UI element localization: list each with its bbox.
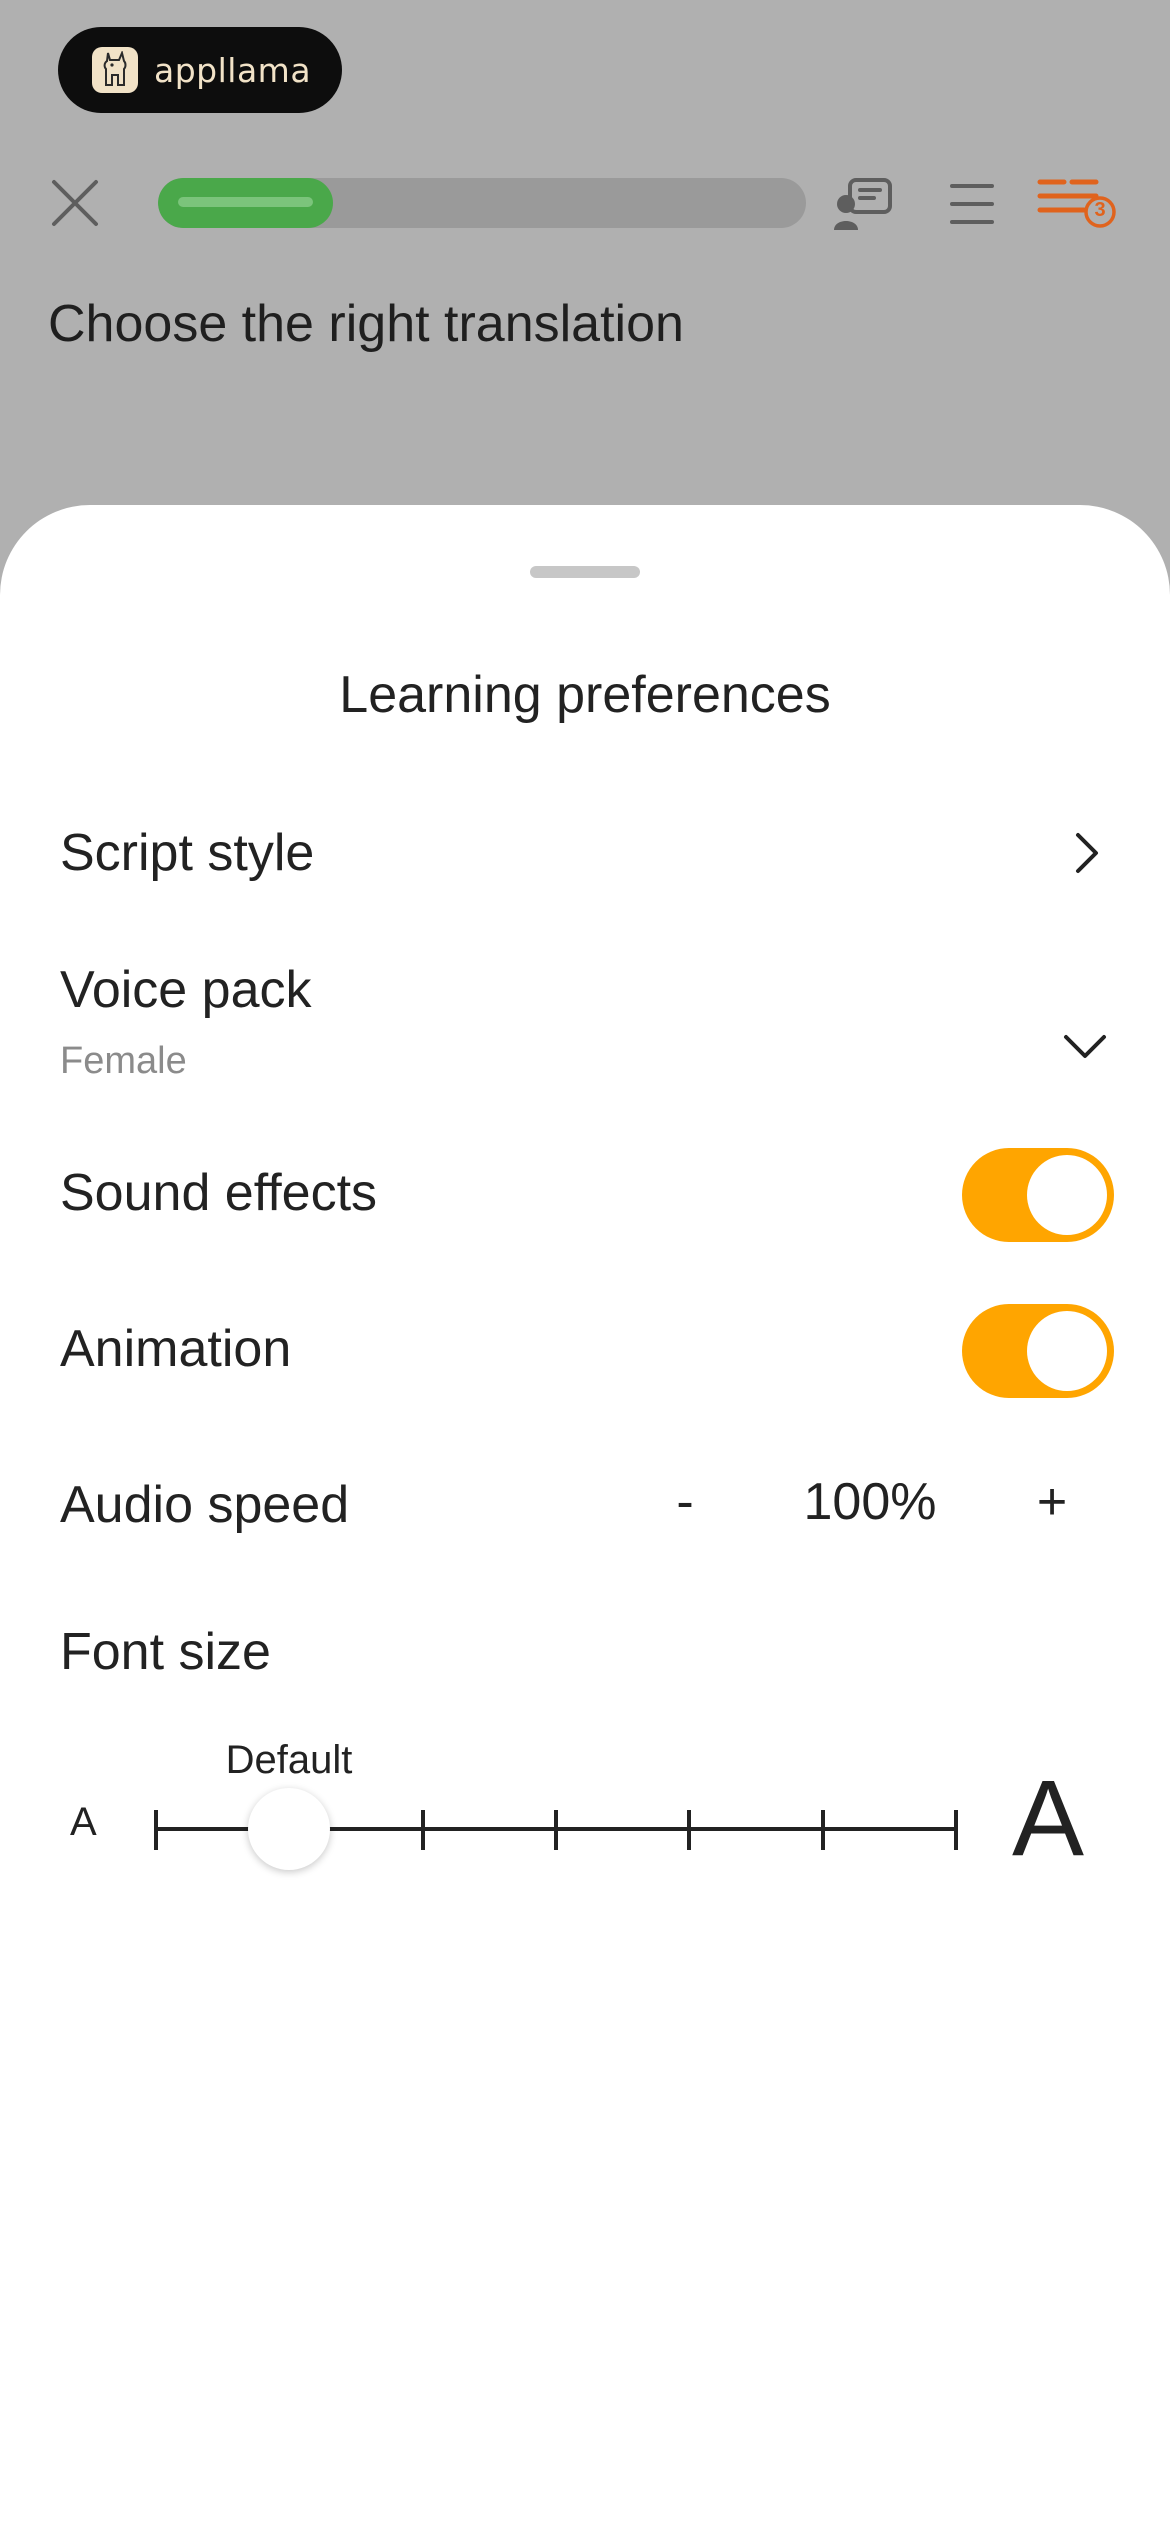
audio-speed-value: 100% [803,1473,937,1531]
font-size-default-label: Default [225,1738,353,1782]
audio-speed-increase-button[interactable]: + [1030,1472,1074,1532]
lesson-prompt: Choose the right translation [48,295,684,353]
streak-button[interactable]: 3 [1034,176,1118,234]
font-size-large-label: A [1012,1757,1085,1878]
slider-tick[interactable] [687,1810,691,1850]
slider-tick[interactable] [154,1810,158,1850]
slider-tick[interactable] [421,1810,425,1850]
font-size-label: Font size [60,1623,271,1681]
voice-pack-row[interactable]: Voice pack Female [0,950,1170,1100]
hint-chat-icon [834,178,892,230]
screen: appllama 3 Choose the right translation … [0,0,1170,2532]
toggle-knob [1027,1155,1107,1235]
streak-count: 3 [1094,199,1106,221]
menu-button[interactable] [948,180,996,228]
voice-pack-label: Voice pack [60,961,312,1019]
font-size-small-label: A [70,1800,97,1844]
slider-tick[interactable] [954,1810,958,1850]
brand-pill: appllama [58,27,342,113]
sound-effects-toggle[interactable] [962,1148,1114,1242]
script-style-label: Script style [60,824,315,882]
lesson-progress-bar [158,178,806,228]
chevron-right-icon [1076,833,1098,873]
slider-knob[interactable] [248,1788,330,1870]
close-icon [52,180,98,226]
animation-label: Animation [60,1320,292,1378]
toggle-knob [1027,1311,1107,1391]
animation-toggle[interactable] [962,1304,1114,1398]
sound-effects-label: Sound effects [60,1164,378,1222]
brand-name: appllama [154,50,312,90]
sheet-title: Learning preferences [339,666,831,724]
voice-pack-value: Female [60,1040,187,1082]
close-button[interactable] [48,176,102,230]
hint-button[interactable] [832,176,894,232]
chevron-down-icon [1064,1035,1106,1058]
progress-shine [178,197,313,207]
llama-logo-icon [92,47,138,93]
menu-lines-icon [950,184,994,224]
sheet-drag-handle[interactable] [530,566,640,578]
slider-tick[interactable] [554,1810,558,1850]
slider-tick[interactable] [821,1810,825,1850]
audio-speed-label: Audio speed [60,1476,350,1534]
audio-speed-decrease-button[interactable]: - [670,1472,700,1532]
script-style-row[interactable]: Script style [0,800,1170,906]
